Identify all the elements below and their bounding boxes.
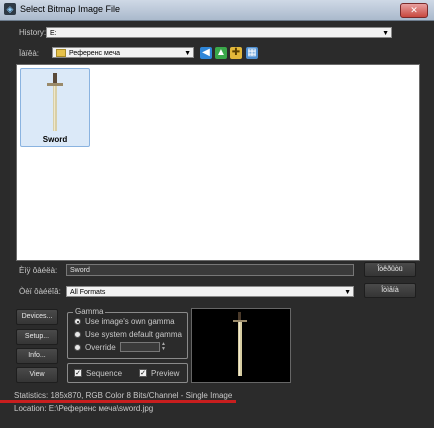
- sequence-label: Sequence: [86, 369, 123, 378]
- filetype-label: Òèï ôàéëîâ:: [19, 287, 61, 296]
- file-item-sword[interactable]: Sword: [20, 68, 90, 147]
- history-label: History:: [19, 28, 47, 37]
- preview-label: Preview: [151, 369, 180, 378]
- view-menu-icon[interactable]: ▦: [246, 47, 258, 59]
- back-icon[interactable]: ◀: [200, 47, 212, 59]
- spinner-arrows-icon[interactable]: ▲ ▼: [161, 342, 167, 352]
- setup-button[interactable]: Setup...: [16, 329, 58, 345]
- gamma-own-label: Use image's own gamma: [85, 317, 175, 326]
- cancel-button[interactable]: Îòìåíà: [364, 283, 416, 298]
- close-button[interactable]: ✕: [400, 3, 428, 18]
- title-bar: ◈ Select Bitmap Image File ✕: [0, 0, 434, 21]
- file-name-label: Sword: [42, 135, 68, 144]
- chevron-down-icon: ▼: [184, 50, 191, 57]
- view-button[interactable]: View: [16, 367, 58, 383]
- filetype-value: All Formats: [70, 289, 106, 296]
- filename-label: Èìÿ ôàéëà:: [19, 266, 58, 275]
- gamma-own-radio[interactable]: [74, 318, 81, 325]
- chevron-down-icon: ▼: [344, 289, 351, 296]
- info-button[interactable]: Info...: [16, 348, 58, 364]
- up-folder-icon[interactable]: ▲: [215, 47, 227, 59]
- sequence-checkbox[interactable]: ✓: [74, 369, 82, 377]
- filetype-dropdown[interactable]: All Formats ▼: [66, 286, 354, 297]
- open-button[interactable]: Îòêðûòü: [364, 262, 416, 277]
- gamma-system-label: Use system default gamma: [85, 330, 182, 339]
- new-folder-icon[interactable]: ✚: [230, 47, 242, 59]
- image-preview: [191, 308, 291, 383]
- file-list[interactable]: Sword: [16, 64, 420, 261]
- history-dropdown[interactable]: E: ▼: [46, 27, 392, 38]
- chevron-down-icon: ▼: [382, 30, 389, 37]
- sword-preview-icon: [233, 312, 247, 376]
- window-title: Select Bitmap Image File: [20, 4, 121, 14]
- gamma-override-radio[interactable]: [74, 344, 81, 351]
- red-underline: [0, 400, 236, 403]
- gamma-override-input[interactable]: [120, 342, 160, 352]
- filename-value: Sword: [70, 267, 90, 274]
- devices-button[interactable]: Devices...: [16, 309, 58, 325]
- look-in-value: Референс меча: [69, 50, 121, 57]
- preview-checkbox[interactable]: ✓: [139, 369, 147, 377]
- look-in-label: Ïàïêà:: [19, 49, 40, 58]
- gamma-override-label: Override: [85, 343, 116, 352]
- gamma-system-radio[interactable]: [74, 331, 81, 338]
- sword-thumbnail-icon: [47, 73, 63, 131]
- folder-icon: [56, 49, 66, 58]
- statistics-text: Statistics: 185x870, RGB Color 8 Bits/Ch…: [14, 391, 233, 400]
- look-in-dropdown[interactable]: Референс меча ▼: [52, 47, 194, 58]
- app-icon: ◈: [4, 3, 16, 15]
- location-text: Location: E:\Референс меча\sword.jpg: [14, 404, 154, 413]
- filename-input[interactable]: Sword: [66, 264, 354, 276]
- history-value: E:: [50, 30, 57, 37]
- gamma-title: Gamma: [73, 307, 106, 316]
